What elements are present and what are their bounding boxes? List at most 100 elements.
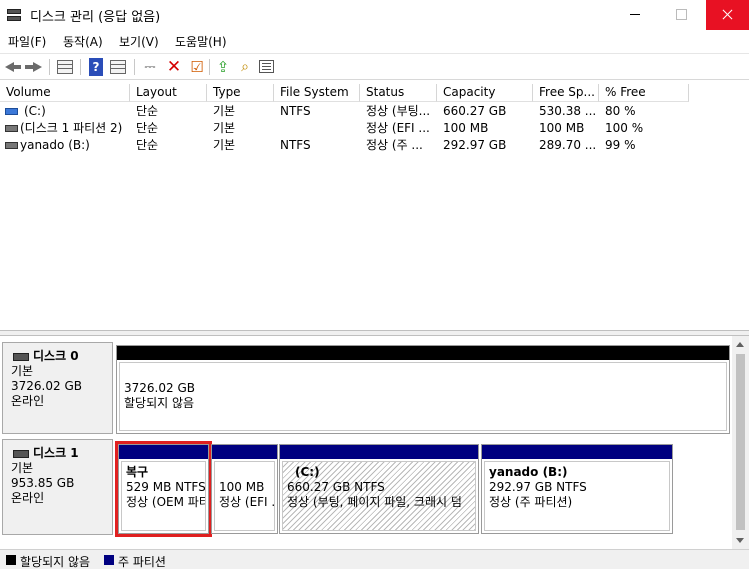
find-icon[interactable]: ⌕: [236, 58, 254, 76]
column-header-free-space[interactable]: Free Sp...: [533, 84, 599, 102]
legend-label-unallocated: 할당되지 않음: [20, 555, 91, 569]
volume-file-system: NTFS: [280, 104, 311, 118]
disk-0-size: 3726.02 GB: [11, 379, 82, 393]
close-button[interactable]: [706, 0, 749, 30]
maximize-button[interactable]: [659, 0, 702, 30]
volume-type: 기본: [213, 104, 236, 118]
upload-icon[interactable]: ⇪: [214, 58, 232, 76]
volume-list: Volume Layout Type File System Status Ca…: [0, 82, 749, 330]
volume-row[interactable]: (디스크 1 파티션 2) 단순 기본 정상 (EFI ... 100 MB 1…: [0, 120, 749, 137]
toolbar: ? ⎓ ✕ ☑ ⇪ ⌕: [0, 53, 749, 80]
list-view-icon[interactable]: [259, 60, 274, 73]
delete-icon[interactable]: ✕: [165, 58, 183, 76]
column-header-capacity[interactable]: Capacity: [437, 84, 533, 102]
disk-1-label[interactable]: 디스크 1 기본 953.85 GB 온라인: [2, 439, 113, 535]
column-header-type[interactable]: Type: [207, 84, 274, 102]
volume-row[interactable]: (C:) 단순 기본 NTFS 정상 (부팅... 660.27 GB 530.…: [0, 103, 749, 120]
drive-icon: [5, 142, 18, 149]
scroll-down-arrow-icon[interactable]: [732, 532, 749, 549]
volume-type: 기본: [213, 138, 236, 152]
partition-bar: [119, 445, 208, 459]
column-header-volume[interactable]: Volume: [0, 84, 130, 102]
column-header-layout[interactable]: Layout: [130, 84, 207, 102]
partition-size: 660.27 GB NTFS: [287, 480, 385, 494]
disk-0-unallocated-partition[interactable]: 3726.02 GB 할당되지 않음: [116, 345, 730, 434]
volume-free-space: 530.38 ...: [539, 104, 597, 118]
volume-name: yanado (B:): [20, 138, 90, 152]
partition-bar: [212, 445, 277, 459]
scroll-thumb[interactable]: [736, 354, 745, 530]
legend-bar: 할당되지 않음 주 파티션: [0, 549, 749, 569]
partition-body: (C:) 660.27 GB NTFS 정상 (부팅, 페이지 파일, 크래시 …: [282, 461, 476, 531]
disk-management-icon: [6, 7, 22, 23]
partition-status: 정상 (EFI ...: [219, 495, 275, 509]
vertical-scrollbar[interactable]: [732, 336, 749, 549]
disk-1-name: 디스크 1: [11, 446, 112, 461]
partition-yanado-b[interactable]: yanado (B:) 292.97 GB NTFS 정상 (주 파티션): [481, 444, 673, 534]
volume-layout: 단순: [136, 138, 159, 152]
back-arrow-icon[interactable]: [5, 58, 23, 76]
partition-status: 정상 (주 파티션): [489, 495, 573, 509]
partition-size: 3726.02 GB: [124, 381, 195, 395]
legend-label-primary: 주 파티션: [118, 555, 166, 569]
volume-file-system: NTFS: [280, 138, 311, 152]
menu-file[interactable]: 파일(F): [8, 33, 46, 50]
volume-status: 정상 (부팅...: [366, 104, 431, 118]
properties-icon[interactable]: [110, 60, 126, 74]
partition-recovery[interactable]: 복구 529 MB NTFS 정상 (OEM 파티: [115, 441, 212, 537]
partition-body: 3726.02 GB 할당되지 않음: [119, 362, 727, 431]
disk-1-kind: 기본: [11, 461, 34, 475]
column-header-file-system[interactable]: File System: [274, 84, 360, 102]
column-header-percent-free[interactable]: % Free: [599, 84, 689, 102]
disk-0-label[interactable]: 디스크 0 기본 3726.02 GB 온라인: [2, 342, 113, 434]
title-bar: 디스크 관리 (응답 없음): [0, 0, 749, 30]
volume-type: 기본: [213, 121, 236, 135]
menu-bar: 파일(F) 동작(A) 보기(V) 도움말(H): [0, 30, 749, 52]
console-tree-icon[interactable]: [57, 60, 73, 74]
volume-layout: 단순: [136, 121, 159, 135]
toolbar-separator: [134, 59, 135, 75]
check-icon[interactable]: ☑: [188, 58, 206, 76]
disk-0-name: 디스크 0: [11, 349, 112, 364]
volume-capacity: 292.97 GB: [443, 138, 507, 152]
partition-status: 정상 (OEM 파티: [126, 495, 206, 509]
toolbar-separator: [49, 59, 50, 75]
system-drive-icon: [5, 108, 18, 115]
connect-drive-icon[interactable]: ⎓: [141, 58, 159, 76]
partition-bar: [280, 445, 478, 459]
partition-label: yanado (B:): [489, 465, 568, 479]
disk-1-state: 온라인: [11, 491, 45, 505]
window-title: 디스크 관리 (응답 없음): [30, 10, 161, 25]
help-icon[interactable]: ?: [89, 58, 103, 76]
minimize-button[interactable]: [614, 0, 657, 30]
volume-name: (C:): [24, 104, 46, 118]
disk-0-state: 온라인: [11, 394, 45, 408]
partition-size: 529 MB NTFS: [126, 480, 206, 494]
volume-free-space: 289.70 ...: [539, 138, 597, 152]
partition-status: 할당되지 않음: [124, 396, 195, 410]
partition-efi[interactable]: 100 MB 정상 (EFI ...: [211, 444, 278, 534]
volume-row[interactable]: yanado (B:) 단순 기본 NTFS 정상 (주 ... 292.97 …: [0, 137, 749, 154]
legend-swatch-primary: [104, 555, 114, 565]
toolbar-separator: [80, 59, 81, 75]
partition-status: 정상 (부팅, 페이지 파일, 크래시 덤: [287, 495, 462, 509]
column-header-status[interactable]: Status: [360, 84, 437, 102]
partition-label: 복구: [126, 465, 149, 479]
forward-arrow-icon[interactable]: [25, 58, 43, 76]
legend-swatch-unallocated: [6, 555, 16, 565]
disk-0-kind: 기본: [11, 364, 34, 378]
partition-c-drive[interactable]: (C:) 660.27 GB NTFS 정상 (부팅, 페이지 파일, 크래시 …: [279, 444, 479, 534]
partition-bar: [482, 445, 672, 459]
volume-percent-free: 80 %: [605, 104, 636, 118]
volume-status: 정상 (주 ...: [366, 138, 423, 152]
disk-graphical-view: 디스크 0 기본 3726.02 GB 온라인 3726.02 GB 할당되지 …: [0, 336, 749, 549]
scroll-up-arrow-icon[interactable]: [732, 336, 749, 353]
menu-help[interactable]: 도움말(H): [175, 33, 227, 50]
volume-layout: 단순: [136, 104, 159, 118]
menu-view[interactable]: 보기(V): [119, 33, 159, 50]
partition-size: 292.97 GB NTFS: [489, 480, 587, 494]
volume-percent-free: 99 %: [605, 138, 636, 152]
menu-action[interactable]: 동작(A): [63, 33, 103, 50]
partition-body: 복구 529 MB NTFS 정상 (OEM 파티: [121, 461, 206, 531]
toolbar-separator: [209, 59, 210, 75]
